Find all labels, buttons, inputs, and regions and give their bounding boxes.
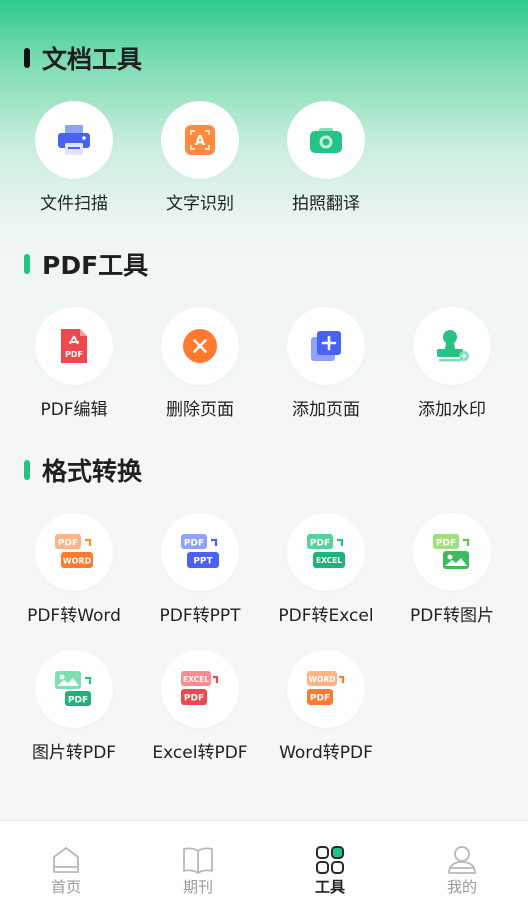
svg-text:PDF: PDF [58,539,78,549]
tool-label: 添加水印 [418,400,486,420]
svg-text:PPT: PPT [193,557,213,567]
ocr-icon: A [185,125,215,155]
excel-to-pdf-icon: EXCEL PDF [181,671,219,705]
tool-label: PDF转图片 [409,606,495,626]
home-icon [53,847,79,873]
section-title-doc-tools: 文档工具 [24,40,142,76]
section-title-text: 格式转换 [42,457,143,486]
tool-photo-translate[interactable]: 拍照翻译 [263,101,389,214]
section-title-text: 文档工具 [42,45,143,74]
tool-label: PDF转Excel [278,606,374,626]
tool-label: PDF编辑 [40,400,108,420]
delete-page-icon [183,329,217,363]
svg-text:WORD: WORD [309,675,336,684]
svg-text:EXCEL: EXCEL [183,675,209,684]
svg-text:PDF: PDF [68,696,88,706]
camera-icon [310,128,342,153]
tab-tools[interactable]: 工具 [264,821,396,910]
tool-file-scan[interactable]: 文件扫描 [11,101,137,214]
svg-text:PDF: PDF [184,539,204,549]
user-icon [448,846,476,874]
pdf-to-excel-icon: PDF EXCEL [307,534,345,568]
section-title-pdf-tools: PDF工具 [24,246,148,282]
convert-image-to-pdf[interactable]: PDF 图片转PDF [11,650,137,763]
tab-label: 工具 [314,878,345,896]
printer-icon [58,125,90,155]
book-icon [183,847,213,874]
tool-label: PDF转PPT [159,606,241,626]
tool-label: Excel转PDF [152,743,248,763]
tool-label: Word转PDF [279,743,373,763]
bottom-tab-bar: 首页 期刊 工具 我的 [0,820,528,910]
tab-journal[interactable]: 期刊 [132,821,264,910]
tab-label: 我的 [446,878,477,896]
tool-add-watermark[interactable]: 添加水印 [389,307,515,420]
svg-text:WORD: WORD [63,557,92,566]
tool-label: 删除页面 [166,400,234,420]
pdf-to-image-icon: PDF [433,534,470,569]
svg-text:EXCEL: EXCEL [316,556,342,565]
tool-label: 拍照翻译 [292,194,360,214]
pdf-to-ppt-icon: PDF PPT [181,534,219,568]
convert-pdf-to-image[interactable]: PDF PDF转图片 [389,513,515,626]
tool-label: 添加页面 [292,400,360,420]
tool-add-page[interactable]: 添加页面 [263,307,389,420]
tool-delete-page[interactable]: 删除页面 [137,307,263,420]
convert-pdf-to-excel[interactable]: PDF EXCEL PDF转Excel [263,513,389,626]
word-to-pdf-icon: WORD PDF [307,671,345,705]
tool-pdf-edit[interactable]: PDF PDF编辑 [11,307,137,420]
svg-text:PDF: PDF [310,694,330,704]
section-title-text: PDF工具 [42,251,149,280]
tool-label: 文字识别 [166,194,234,214]
convert-excel-to-pdf[interactable]: EXCEL PDF Excel转PDF [137,650,263,763]
section-title-format-convert: 格式转换 [24,452,142,488]
convert-pdf-to-word[interactable]: PDF WORD PDF转Word [11,513,137,626]
section-marker [24,48,30,68]
watermark-stamp-icon [437,330,469,362]
pdf-to-word-icon: PDF WORD [55,534,93,568]
convert-pdf-to-ppt[interactable]: PDF PPT PDF转PPT [137,513,263,626]
tab-label: 期刊 [182,878,213,896]
svg-text:A: A [195,134,205,149]
tool-label: 文件扫描 [40,194,108,214]
svg-text:PDF: PDF [436,539,456,549]
convert-word-to-pdf[interactable]: WORD PDF Word转PDF [263,650,389,763]
svg-text:PDF: PDF [184,694,204,704]
tool-text-recognition[interactable]: A 文字识别 [137,101,263,214]
tool-label: PDF转Word [27,606,121,626]
svg-text:PDF: PDF [65,350,83,359]
pdf-file-icon: PDF [61,329,87,363]
image-to-pdf-icon: PDF [55,671,92,706]
tool-label: 图片转PDF [31,743,117,763]
section-marker [24,460,30,480]
grid-icon [316,846,344,874]
section-marker [24,254,30,274]
tab-mine[interactable]: 我的 [396,821,528,910]
tab-label: 首页 [50,878,81,896]
svg-text:PDF: PDF [310,539,330,549]
tab-home[interactable]: 首页 [0,821,132,910]
add-page-icon [311,331,341,361]
